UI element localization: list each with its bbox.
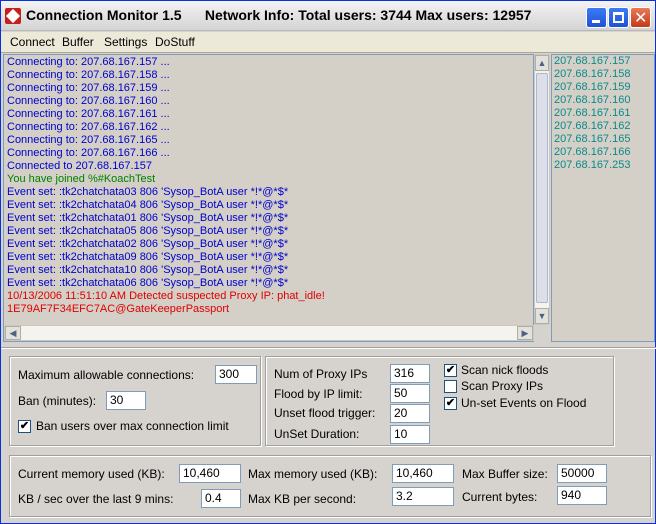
scan-proxy-ips-label: Scan Proxy IPs <box>461 379 544 393</box>
log-line: Connecting to: 207.68.167.158 ... <box>7 69 170 81</box>
server-list-item[interactable]: 207.68.167.165 <box>554 133 630 146</box>
max-buffer-field[interactable]: 50000 <box>557 464 607 483</box>
maximize-button[interactable] <box>608 7 629 28</box>
current-bytes-label: Current bytes: <box>462 490 538 504</box>
scan-proxy-ips-checkbox[interactable] <box>444 380 457 393</box>
minimize-icon <box>592 20 600 23</box>
scan-nick-floods-label: Scan nick floods <box>461 363 549 377</box>
ban-over-limit-label: Ban users over max connection limit <box>36 419 229 433</box>
scroll-thumb[interactable] <box>536 73 548 303</box>
scroll-left-icon[interactable]: ◀ <box>5 326 21 340</box>
flood-group: Num of Proxy IPs 316 Flood by IP limit: … <box>265 356 614 446</box>
max-memory-label: Max memory used (KB): <box>248 467 378 481</box>
server-list[interactable]: 207.68.167.157 207.68.167.158 207.68.167.1… <box>551 54 655 342</box>
unset-duration-field[interactable]: 10 <box>390 425 430 444</box>
log-horizontal-scrollbar[interactable]: ◀ ▶ <box>4 325 534 341</box>
close-icon: ✕ <box>634 8 648 27</box>
ban-over-limit-checkbox[interactable]: ✔ <box>18 420 31 433</box>
server-list-item[interactable]: 207.68.167.157 <box>554 55 630 68</box>
server-list-item[interactable]: 207.68.167.166 <box>554 146 630 159</box>
unset-flood-trigger-field[interactable]: 20 <box>390 404 430 423</box>
log-line: Event set: :tk2chatchata06 806 'Sysop_Bo… <box>7 277 289 289</box>
proxy-count-label: Num of Proxy IPs <box>274 367 368 381</box>
app-icon[interactable] <box>5 8 21 24</box>
log-line: Event set: :tk2chatchata10 806 'Sysop_Bo… <box>7 264 289 276</box>
server-list-item[interactable]: 207.68.167.161 <box>554 107 630 120</box>
log-line: Connected to 207.68.167.157 <box>7 160 152 172</box>
log-line: Event set: :tk2chatchata09 806 'Sysop_Bo… <box>7 251 289 263</box>
max-memory-field[interactable]: 10,460 <box>392 464 454 483</box>
log-line: Connecting to: 207.68.167.166 ... <box>7 147 170 159</box>
log-line: Connecting to: 207.68.167.160 ... <box>7 95 170 107</box>
ban-minutes-field[interactable]: 30 <box>106 391 146 410</box>
log-vertical-scrollbar[interactable]: ▲ ▼ <box>534 54 550 325</box>
log-line: Connecting to: 207.68.167.161 ... <box>7 108 170 120</box>
maximize-icon <box>613 12 624 23</box>
server-list-item[interactable]: 207.68.167.158 <box>554 68 630 81</box>
app-window: Connection Monitor 1.5 Network Info: Tot… <box>0 0 656 524</box>
menu-buffer[interactable]: Buffer <box>62 35 94 49</box>
menu-settings[interactable]: Settings <box>104 35 147 49</box>
current-memory-field[interactable]: 10,460 <box>179 464 241 483</box>
log-line: Connecting to: 207.68.167.162 ... <box>7 121 170 133</box>
menu-dostuff[interactable]: DoStuff <box>155 35 195 49</box>
server-list-item[interactable]: 207.68.167.159 <box>554 81 630 94</box>
scroll-up-icon[interactable]: ▲ <box>535 55 549 71</box>
scroll-right-icon[interactable]: ▶ <box>517 326 533 340</box>
unset-events-checkbox[interactable]: ✔ <box>444 397 457 410</box>
menu-connect[interactable]: Connect <box>10 35 55 49</box>
log-line: You have joined %#KoachTest <box>7 173 156 185</box>
log-line: 10/13/2006 11:51:10 AM Detected suspecte… <box>7 290 325 302</box>
menu-bar: Connect Buffer Settings DoStuff <box>1 32 655 53</box>
log-output[interactable]: Connecting to: 207.68.167.157 ... Connect… <box>3 54 534 342</box>
current-memory-label: Current memory used (KB): <box>18 467 165 481</box>
server-list-item[interactable]: 207.68.167.253 <box>554 159 630 172</box>
log-line: Connecting to: 207.68.167.157 ... <box>7 56 170 68</box>
separator <box>1 347 656 349</box>
window-title: Connection Monitor 1.5 Network Info: Tot… <box>26 7 532 23</box>
log-line: Event set: :tk2chatchata01 806 'Sysop_Bo… <box>7 212 289 224</box>
max-buffer-label: Max Buffer size: <box>462 467 548 481</box>
max-kb-per-sec-field[interactable]: 3.2 <box>392 487 454 506</box>
max-connections-field[interactable]: 300 <box>215 365 257 384</box>
log-line: Event set: :tk2chatchata04 806 'Sysop_Bo… <box>7 199 289 211</box>
log-line: Connecting to: 207.68.167.159 ... <box>7 82 170 94</box>
max-kb-per-sec-label: Max KB per second: <box>248 492 357 506</box>
kb-per-sec-field[interactable]: 0.4 <box>201 489 241 508</box>
minimize-button[interactable] <box>586 7 607 28</box>
max-connections-label: Maximum allowable connections: <box>18 368 195 382</box>
current-bytes-field[interactable]: 940 <box>557 486 607 505</box>
ban-minutes-label: Ban (minutes): <box>18 394 97 408</box>
unset-flood-trigger-label: Unset flood trigger: <box>274 406 376 420</box>
unset-duration-label: UnSet Duration: <box>274 427 360 441</box>
kb-per-sec-label: KB / sec over the last 9 mins: <box>18 492 174 506</box>
scan-nick-floods-checkbox[interactable]: ✔ <box>444 364 457 377</box>
close-button[interactable]: ✕ <box>630 7 651 28</box>
proxy-count-field[interactable]: 316 <box>390 364 430 383</box>
flood-ip-limit-field[interactable]: 50 <box>390 384 430 403</box>
log-line: 1E79AF7F34EFC7AC@GateKeeperPassport <box>7 303 230 315</box>
stats-group: Current memory used (KB): 10,460 Max mem… <box>9 455 651 517</box>
server-list-item[interactable]: 207.68.167.160 <box>554 94 630 107</box>
server-list-item[interactable]: 207.68.167.162 <box>554 120 630 133</box>
log-line: Event set: :tk2chatchata03 806 'Sysop_Bo… <box>7 186 289 198</box>
scroll-down-icon[interactable]: ▼ <box>535 308 549 324</box>
title-bar[interactable]: Connection Monitor 1.5 Network Info: Tot… <box>1 1 655 31</box>
log-line: Event set: :tk2chatchata02 806 'Sysop_Bo… <box>7 238 289 250</box>
flood-ip-limit-label: Flood by IP limit: <box>274 387 363 401</box>
limits-group: Maximum allowable connections: 300 Ban (… <box>9 356 261 446</box>
log-line: Connecting to: 207.68.167.165 ... <box>7 134 170 146</box>
unset-events-label: Un-set Events on Flood <box>461 396 587 410</box>
log-line: Event set: :tk2chatchata05 806 'Sysop_Bo… <box>7 225 289 237</box>
